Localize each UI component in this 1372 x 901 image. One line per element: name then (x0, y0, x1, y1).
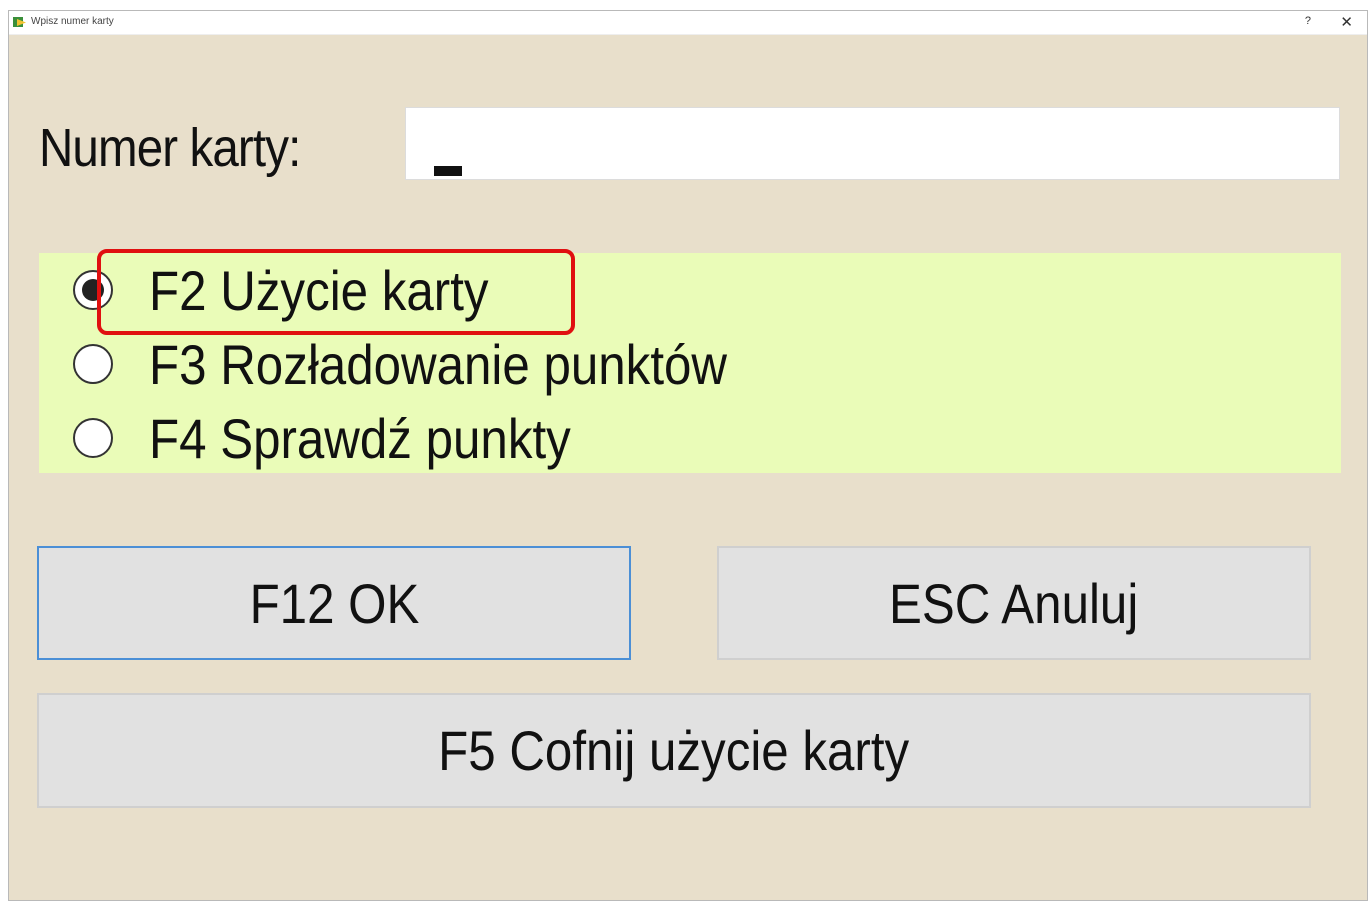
mode-options-group: F2 Użycie karty F3 Rozładowanie punktów … (39, 249, 1341, 473)
close-button[interactable]: ✕ (1340, 13, 1353, 31)
title-bar: Wpisz numer karty ? ✕ (9, 11, 1367, 35)
red-highlight-box (97, 249, 575, 335)
undo-card-use-button[interactable]: F5 Cofnij użycie karty (37, 693, 1311, 808)
ok-button[interactable]: F12 OK (37, 546, 631, 660)
option-check-points-label: F4 Sprawdź punkty (149, 406, 571, 470)
option-unload-points-label: F3 Rozładowanie punktów (149, 332, 728, 396)
dialog-window: Wpisz numer karty ? ✕ Numer karty: F2 Uż… (8, 10, 1368, 901)
card-number-label: Numer karty: (39, 118, 301, 178)
card-number-input[interactable] (405, 107, 1340, 180)
app-icon (13, 17, 26, 27)
option-unload-points[interactable]: F3 Rozładowanie punktów (73, 329, 806, 399)
cancel-button[interactable]: ESC Anuluj (717, 546, 1311, 660)
option-use-card[interactable]: F2 Użycie karty (73, 249, 575, 335)
radio-check-points[interactable] (73, 418, 113, 458)
ok-button-label: F12 OK (249, 571, 419, 635)
help-button[interactable]: ? (1305, 15, 1311, 27)
radio-unload-points[interactable] (73, 344, 113, 384)
cancel-button-label: ESC Anuluj (889, 571, 1139, 635)
undo-card-use-button-label: F5 Cofnij użycie karty (438, 719, 910, 782)
option-check-points[interactable]: F4 Sprawdź punkty (73, 403, 628, 473)
window-title: Wpisz numer karty (31, 16, 114, 27)
text-caret (434, 166, 462, 176)
